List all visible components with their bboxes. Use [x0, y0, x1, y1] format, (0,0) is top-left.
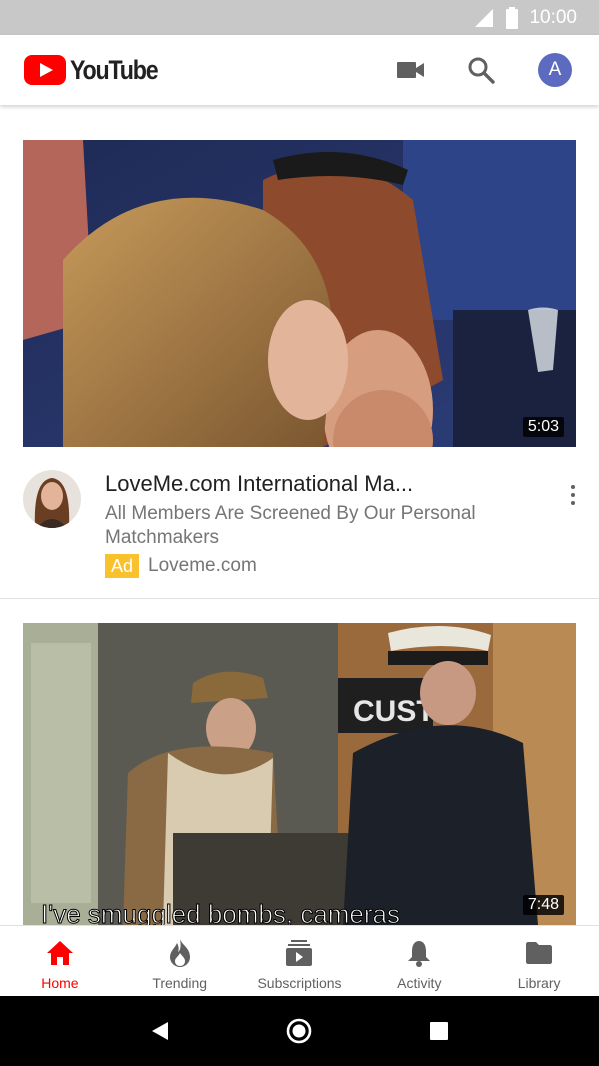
- nav-label: Activity: [397, 975, 442, 991]
- video-title[interactable]: LoveMe.com International Ma...: [105, 470, 525, 498]
- nav-home[interactable]: Home: [0, 926, 120, 996]
- nav-label: Library: [517, 975, 561, 991]
- recents-icon: [430, 1022, 449, 1040]
- app-bar: YouTube A: [0, 35, 599, 105]
- video-meta: LoveMe.com International Ma... All Membe…: [105, 470, 525, 578]
- more-vert-icon: [571, 485, 575, 489]
- system-recents-button[interactable]: [419, 1011, 459, 1051]
- search-button[interactable]: [461, 50, 501, 90]
- upload-video-button[interactable]: [391, 50, 431, 90]
- flame-icon: [169, 939, 190, 967]
- signal-icon: [475, 8, 494, 27]
- advertiser-name: Loveme.com: [148, 555, 257, 576]
- video-duration: 5:03: [522, 417, 564, 437]
- ad-badge: Ad: [105, 554, 140, 578]
- search-icon: [468, 57, 495, 84]
- channel-avatar-image: [23, 470, 81, 528]
- battery-icon: [506, 6, 519, 29]
- home-icon: [46, 941, 73, 965]
- system-home-button[interactable]: [279, 1011, 319, 1051]
- status-icons: 10:00: [473, 0, 577, 35]
- account-button[interactable]: A: [535, 50, 575, 90]
- bottom-navigation: Home Trending Subscriptions Activity Lib…: [0, 925, 599, 996]
- video-duration: 7:48: [522, 895, 564, 915]
- home-circle-icon: [287, 1018, 312, 1044]
- video-thumbnail[interactable]: 5:03: [23, 140, 576, 447]
- nav-library[interactable]: Library: [479, 926, 599, 996]
- nav-subscriptions[interactable]: Subscriptions: [240, 926, 360, 996]
- nav-label: Subscriptions: [257, 975, 342, 991]
- camera-icon: [397, 62, 424, 78]
- system-navigation-bar: [0, 996, 599, 1066]
- folder-icon: [526, 942, 553, 964]
- channel-avatar[interactable]: [23, 470, 81, 528]
- subscriptions-icon: [286, 940, 313, 966]
- video-info[interactable]: LoveMe.com International Ma... All Membe…: [0, 470, 599, 580]
- youtube-play-icon: [24, 55, 66, 85]
- video-thumbnail[interactable]: CUST I've smuggled bombs, cameras 7:48: [23, 623, 576, 925]
- feed-divider: [0, 598, 599, 599]
- thumbnail-image: [23, 140, 576, 447]
- system-back-button[interactable]: [140, 1011, 180, 1051]
- video-description: All Members Are Screened By Our Personal…: [105, 503, 476, 548]
- video-subtitle-text: I've smuggled bombs, cameras: [41, 899, 400, 925]
- bell-icon: [408, 941, 431, 967]
- more-options-button[interactable]: [561, 480, 585, 510]
- nav-label: Trending: [152, 975, 208, 991]
- status-bar: 10:00: [0, 0, 599, 35]
- nav-trending[interactable]: Trending: [120, 926, 240, 996]
- logo-wordmark: YouTube: [70, 54, 159, 85]
- youtube-logo[interactable]: YouTube: [24, 54, 172, 86]
- thumbnail-image: CUST I've smuggled bombs, cameras: [23, 623, 576, 925]
- back-icon: [151, 1022, 168, 1040]
- account-avatar: A: [538, 53, 572, 87]
- nav-label: Home: [41, 975, 79, 991]
- status-time: 10:00: [529, 6, 577, 28]
- nav-activity[interactable]: Activity: [359, 926, 479, 996]
- ad-row: Ad Loveme.com: [105, 554, 525, 578]
